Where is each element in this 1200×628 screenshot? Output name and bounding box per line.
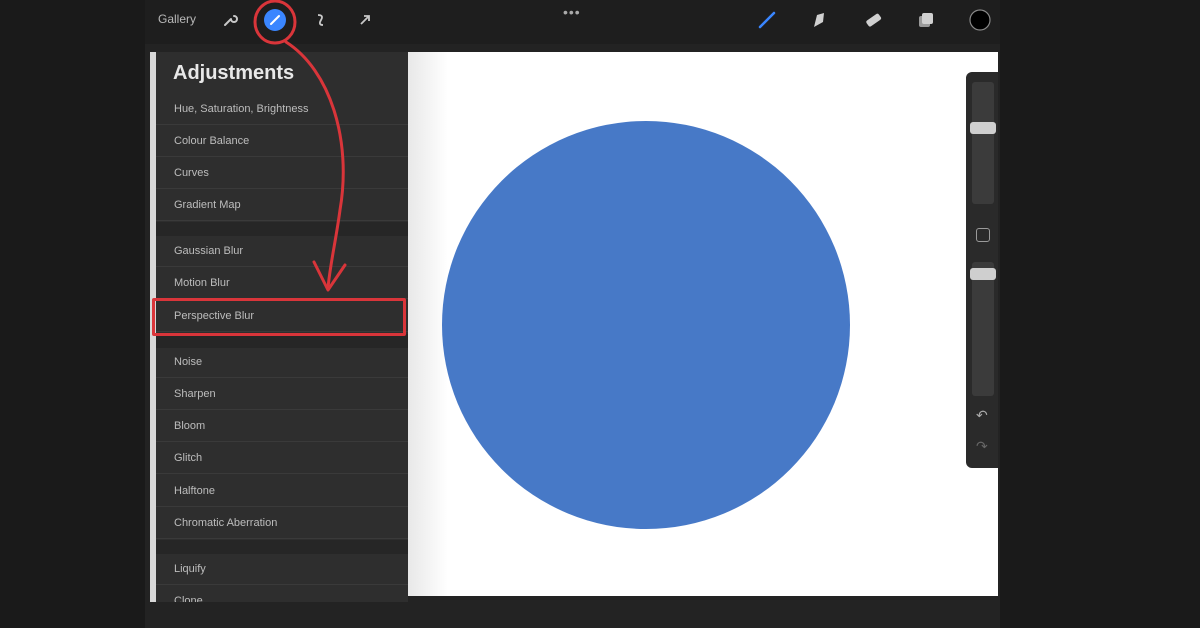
menu-item-glitch[interactable]: Glitch <box>156 443 408 474</box>
panel-title: Adjustments <box>173 62 295 84</box>
menu-item-curves[interactable]: Curves <box>156 158 408 189</box>
opacity-slider-handle[interactable] <box>970 268 996 280</box>
menu-item-bloom[interactable]: Bloom <box>156 411 408 442</box>
smudge-icon[interactable] <box>807 8 831 32</box>
menu-group-divider <box>156 222 408 236</box>
highlight-box <box>152 298 406 336</box>
menu-item-chromatic-aberration[interactable]: Chromatic Aberration <box>156 508 408 539</box>
magic-wand-icon[interactable] <box>263 8 287 32</box>
color-swatch[interactable] <box>968 8 992 32</box>
menu-item-gradient-map[interactable]: Gradient Map <box>156 190 408 221</box>
gallery-button[interactable]: Gallery <box>158 12 196 26</box>
undo-icon[interactable]: ↶ <box>976 407 988 424</box>
redo-icon[interactable]: ↷ <box>976 438 988 455</box>
opacity-slider[interactable] <box>972 262 994 396</box>
menu-item-colour-balance[interactable]: Colour Balance <box>156 126 408 157</box>
menu-item-liquify[interactable]: Liquify <box>156 554 408 585</box>
wrench-icon[interactable] <box>218 8 242 32</box>
menu-item-clone[interactable]: Clone <box>156 586 408 602</box>
menu-item-hue-saturation-brightness[interactable]: Hue, Saturation, Brightness <box>156 94 408 125</box>
eraser-icon[interactable] <box>861 8 885 32</box>
brush-size-slider[interactable] <box>972 82 994 204</box>
menu-group-divider <box>156 334 408 348</box>
menu-group-divider <box>156 540 408 554</box>
modify-button[interactable] <box>976 228 990 242</box>
menu-item-sharpen[interactable]: Sharpen <box>156 379 408 410</box>
blue-circle-shape <box>442 121 850 529</box>
layers-icon[interactable] <box>914 8 938 32</box>
menu-item-motion-blur[interactable]: Motion Blur <box>156 268 408 299</box>
selection-icon[interactable] <box>308 8 332 32</box>
more-options-icon[interactable]: ••• <box>563 4 581 20</box>
brush-icon[interactable] <box>755 8 779 32</box>
transform-arrow-icon[interactable] <box>353 8 377 32</box>
brush-size-slider-handle[interactable] <box>970 122 996 134</box>
menu-item-halftone[interactable]: Halftone <box>156 476 408 507</box>
menu-item-noise[interactable]: Noise <box>156 347 408 378</box>
menu-item-gaussian-blur[interactable]: Gaussian Blur <box>156 236 408 267</box>
